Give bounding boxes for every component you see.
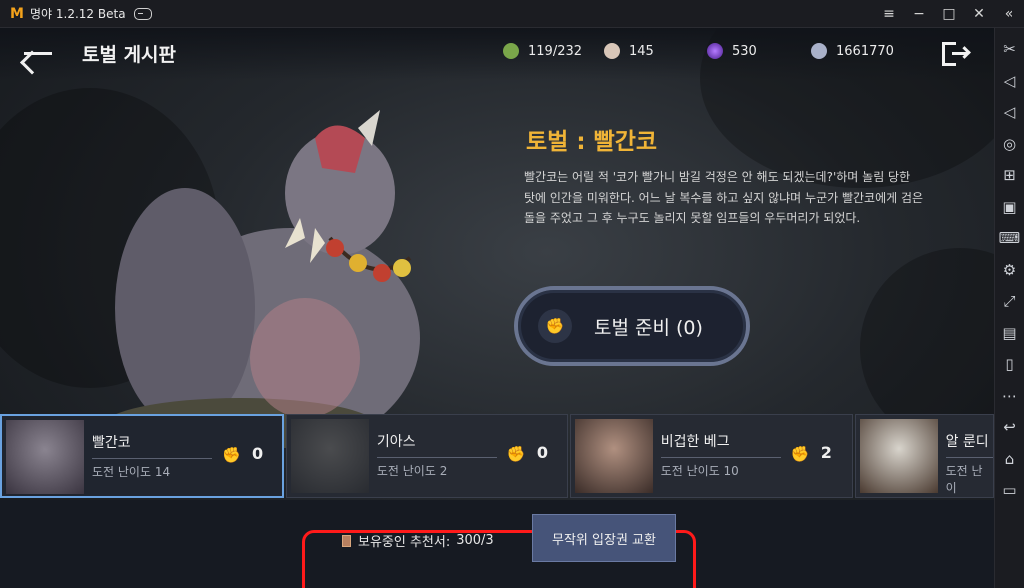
boss-card-difficulty: 도전 난이: [945, 464, 983, 495]
boss-card[interactable]: 알 룬디 도전 난이: [854, 414, 994, 498]
boss-card-name: 비겁한 베그: [660, 434, 730, 450]
boss-card-list: 빨간코 도전 난이도 14 ✊ 0 기아스 도전 난이도 2 ✊ 0 비겁한 베…: [0, 413, 994, 499]
boss-thumbnail: [6, 420, 84, 494]
fist-icon: ✊: [538, 309, 572, 343]
page-title: 토벌 게시판: [82, 44, 177, 66]
apk-install-icon[interactable]: ▣: [995, 192, 1024, 222]
holding-label: 보유중인 추천서:: [358, 535, 451, 550]
bottom-bar: [0, 500, 994, 588]
holding-value: 300/3: [456, 533, 494, 548]
resource-pearl: 145: [604, 43, 654, 59]
exit-icon[interactable]: [940, 40, 971, 70]
app-title: 명야 1.2.12 Beta: [30, 7, 126, 21]
close-button[interactable]: ✕: [964, 0, 994, 28]
boss-thumbnail: [859, 419, 938, 493]
recommendation-holding: 보유중인 추천서: 300/3: [342, 531, 494, 550]
side-toolbar: ✂ ◁ ◁ ◎ ⊞ ▣ ⌨ ⚙ ⤢ ▤ ▯ ⋯ ↩ ⌂ ▭: [994, 28, 1024, 588]
boss-card-count: 2: [820, 443, 832, 462]
maximize-button[interactable]: □: [934, 0, 964, 28]
divider: [660, 457, 781, 458]
boss-thumbnail: [574, 419, 653, 493]
boss-card-count: 0: [252, 444, 264, 463]
stamina-value: 119/232: [528, 43, 583, 59]
window-controls: ≡ − □ ✕ «: [874, 0, 1024, 28]
boss-card-difficulty: 도전 난이도 14: [92, 465, 171, 479]
boss-description: 빨간코는 어릴 적 '코가 빨가니 밤길 걱정은 안 해도 되겠는데?'하며 놀…: [524, 170, 924, 225]
boss-card-difficulty: 도전 난이도 2: [376, 464, 448, 478]
add-window-icon[interactable]: ⊞: [995, 160, 1024, 190]
boss-card-name: 기아스: [376, 434, 416, 450]
volume-up-icon[interactable]: ◁: [995, 66, 1024, 96]
boss-card-difficulty: 도전 난이도 10: [660, 464, 739, 478]
minimize-button[interactable]: −: [904, 0, 934, 28]
resource-stamina: 119/232: [503, 43, 582, 59]
back-icon[interactable]: ↩: [995, 412, 1024, 442]
boss-card[interactable]: 기아스 도전 난이도 2 ✊ 0: [285, 414, 568, 498]
boss-card[interactable]: 빨간코 도전 난이도 14 ✊ 0: [0, 414, 284, 498]
boss-thumbnail: [290, 419, 369, 493]
fist-icon: ✊: [790, 445, 810, 463]
back-arrow-button[interactable]: [20, 38, 58, 68]
screen-record-icon[interactable]: ▤: [995, 318, 1024, 348]
resource-gem: 530: [707, 43, 757, 59]
gamepad-icon[interactable]: [133, 7, 152, 20]
random-ticket-exchange-button[interactable]: 무작위 입장권 교환: [532, 514, 676, 562]
settings-icon[interactable]: ⚙: [995, 255, 1024, 285]
home-icon[interactable]: ⌂: [995, 444, 1024, 474]
silver-coin-icon: [811, 43, 827, 59]
divider: [945, 457, 993, 458]
silver-value: 1661770: [836, 43, 894, 59]
pearl-value: 145: [629, 43, 654, 59]
boss-card[interactable]: 비겁한 베그 도전 난이도 10 ✊ 2: [569, 414, 853, 498]
boss-card-count: 0: [536, 443, 548, 462]
boss-title: 토벌 : 빨간코: [526, 129, 658, 155]
stamina-icon: [503, 43, 519, 59]
pearl-icon: [604, 43, 620, 59]
fist-icon: ✊: [222, 446, 241, 464]
divider: [376, 457, 497, 458]
recent-apps-icon[interactable]: ▭: [995, 475, 1024, 505]
volume-down-icon[interactable]: ◁: [995, 97, 1024, 127]
menu-button[interactable]: ≡: [874, 0, 904, 28]
recommendation-letter-icon: [342, 534, 351, 547]
resource-silver: 1661770: [811, 43, 894, 59]
app-logo-icon: M: [10, 5, 24, 22]
location-icon[interactable]: ◎: [995, 129, 1024, 159]
divider: [92, 458, 212, 459]
title-bar: M 명야 1.2.12 Beta ≡ − □ ✕ «: [0, 0, 1024, 28]
game-screen: 토벌 게시판 119/232 145 530 1661770 토벌 : 빨간코 …: [0, 28, 994, 588]
boss-card-name: 알 룬디: [945, 434, 989, 450]
boss-card-name: 빨간코: [92, 435, 131, 451]
shake-icon[interactable]: ▯: [995, 349, 1024, 379]
ready-button-label: 토벌 준비 (0): [594, 316, 703, 339]
gem-icon: [707, 43, 723, 59]
subjugation-ready-button[interactable]: ✊ 토벌 준비 (0): [514, 286, 750, 366]
more-icon[interactable]: ⋯: [995, 381, 1024, 411]
boss-portrait: [100, 110, 420, 448]
scissors-icon[interactable]: ✂: [995, 34, 1024, 64]
expand-sidebar-button[interactable]: «: [994, 0, 1024, 28]
keyboard-icon[interactable]: ⌨: [995, 223, 1024, 253]
fist-icon: ✊: [506, 445, 526, 463]
gem-value: 530: [732, 43, 757, 59]
fullscreen-icon[interactable]: ⤢: [995, 286, 1024, 316]
